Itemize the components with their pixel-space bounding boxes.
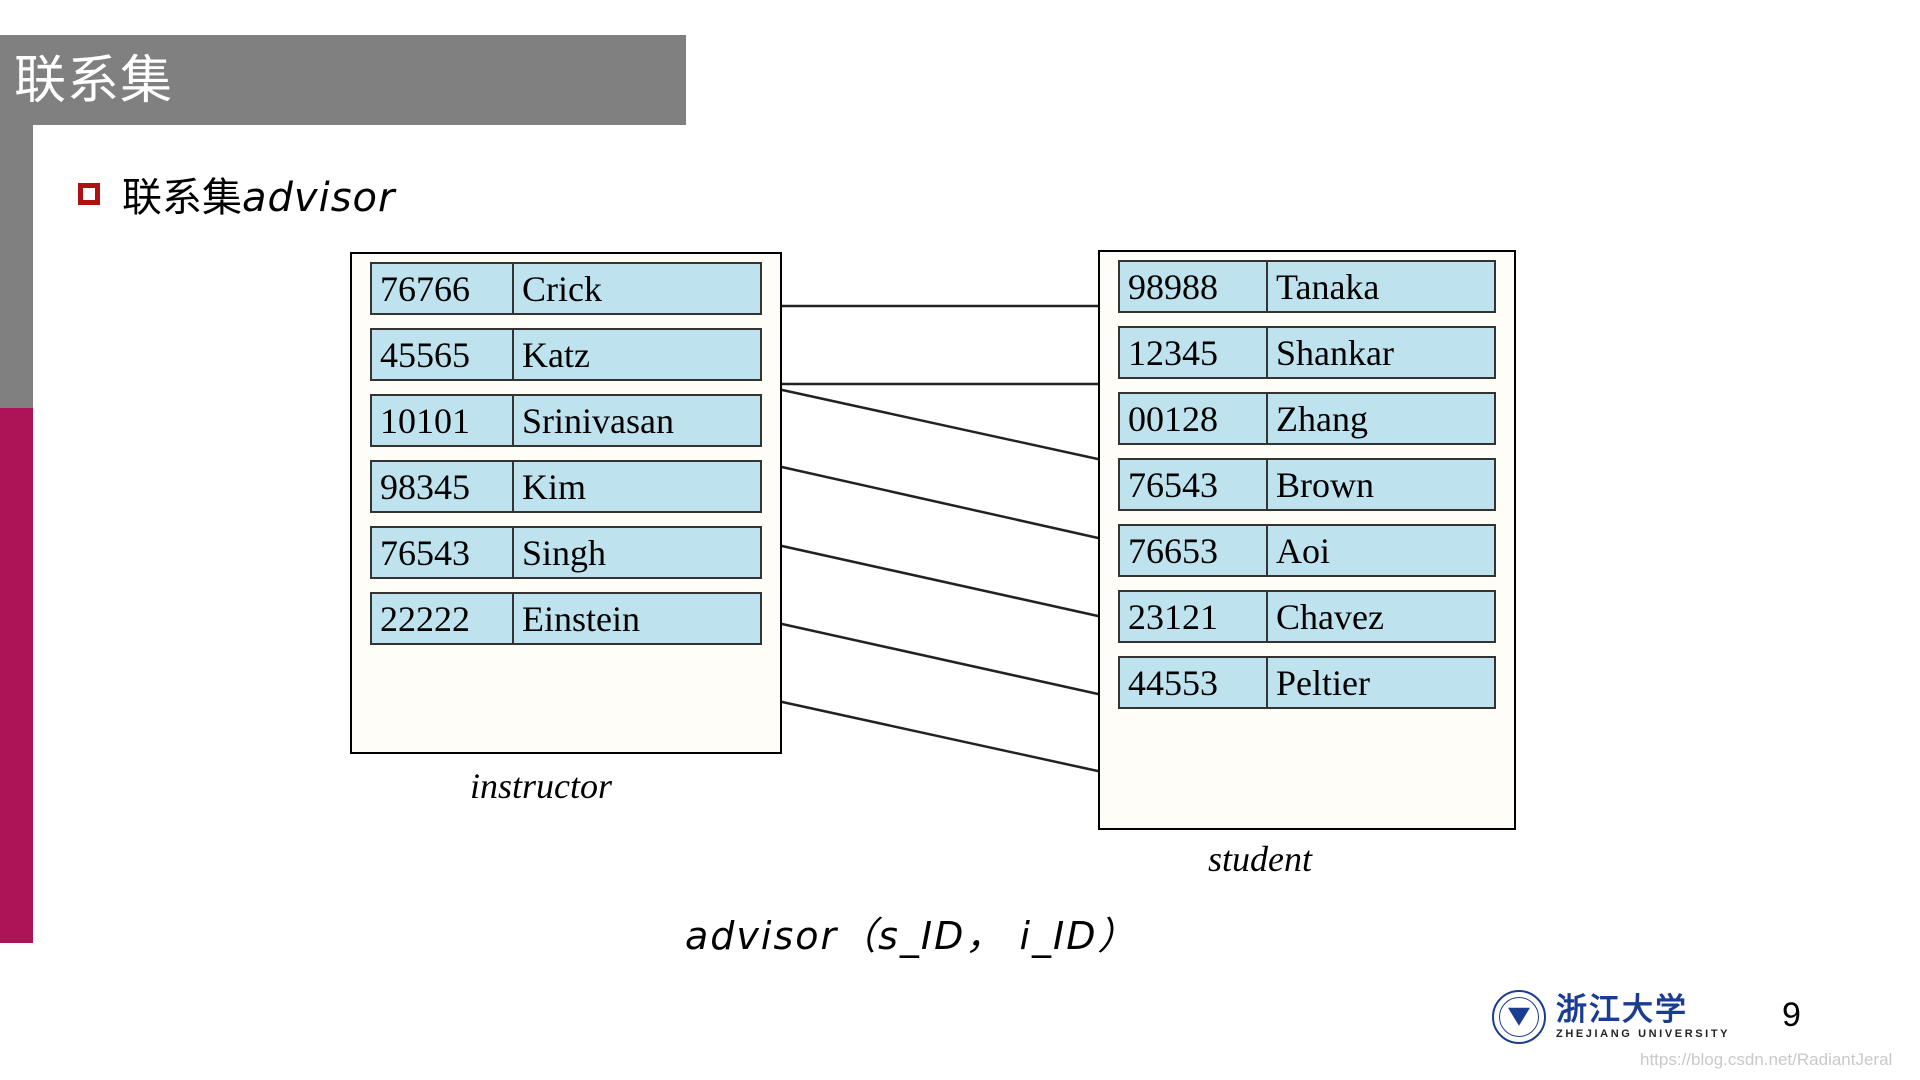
student-name-cell: Chavez: [1276, 596, 1384, 637]
instructor-id-cell: 45565: [372, 330, 514, 379]
table-row[interactable]: 10101 Srinivasan: [370, 394, 762, 447]
student-table-caption: student: [1208, 839, 1312, 879]
university-name-en: ZHEJIANG UNIVERSITY: [1556, 1028, 1731, 1040]
university-name-cn: 浙江大学: [1556, 992, 1688, 1028]
seal-bird-glyph: [1508, 1007, 1530, 1026]
table-row[interactable]: 22222 Einstein: [370, 592, 762, 645]
student-id-cell: 44553: [1120, 658, 1268, 707]
table-row[interactable]: 98988 Tanaka: [1118, 260, 1496, 313]
instructor-name-cell: Singh: [522, 532, 607, 573]
table-row[interactable]: 76543 Singh: [370, 526, 762, 579]
student-name-cell: Aoi: [1276, 530, 1330, 571]
instructor-name-cell: Srinivasan: [522, 400, 674, 441]
instructor-id-cell: 10101: [372, 396, 514, 445]
instructor-name-cell: Crick: [522, 268, 602, 309]
student-relation-table: 98988 Tanaka 12345 Shankar 00128 Zhang 7…: [1098, 250, 1516, 830]
table-row[interactable]: 76653 Aoi: [1118, 524, 1496, 577]
bullet-row: 联系集advisor: [78, 165, 395, 223]
table-row[interactable]: 45565 Katz: [370, 328, 762, 381]
page-title: 联系集: [14, 51, 174, 111]
watermark-text: https://blog.csdn.net/RadiantJeral: [1640, 1050, 1893, 1069]
student-id-cell: 76543: [1120, 460, 1268, 509]
table-row[interactable]: 76766 Crick: [370, 262, 762, 315]
zhejiang-university-seal-icon: [1492, 990, 1546, 1044]
left-edge-crimson-stripe: [0, 408, 33, 943]
table-row[interactable]: 12345 Shankar: [1118, 326, 1496, 379]
page-number: 9: [1782, 996, 1801, 1034]
instructor-id-cell: 76766: [372, 264, 514, 313]
student-name-cell: Tanaka: [1276, 266, 1380, 307]
university-logo: 浙江大学 ZHEJIANG UNIVERSITY: [1492, 990, 1730, 1044]
bullet-latin-label: advisor: [242, 175, 396, 221]
instructor-name-cell: Kim: [522, 466, 587, 507]
bullet-cn-label: 联系集: [122, 175, 242, 221]
bullet-text: 联系集advisor: [122, 165, 395, 223]
instructor-id-cell: 98345: [372, 462, 514, 511]
table-row[interactable]: 44553 Peltier: [1118, 656, 1496, 709]
table-row[interactable]: 00128 Zhang: [1118, 392, 1496, 445]
student-id-cell: 76653: [1120, 526, 1268, 575]
student-name-cell: Shankar: [1276, 332, 1394, 373]
instructor-id-cell: 22222: [372, 594, 514, 643]
student-id-cell: 98988: [1120, 262, 1268, 311]
advisor-schema-formula: advisor（s_ID， i_ID）: [685, 914, 1138, 958]
table-row[interactable]: 98345 Kim: [370, 460, 762, 513]
instructor-name-cell: Katz: [522, 334, 590, 375]
instructor-relation-table: 76766 Crick 45565 Katz 10101 Srinivasan …: [350, 252, 782, 754]
table-row[interactable]: 76543 Brown: [1118, 458, 1496, 511]
logo-wordmark: 浙江大学 ZHEJIANG UNIVERSITY: [1556, 993, 1730, 1041]
instructor-table-caption: instructor: [470, 766, 613, 806]
instructor-id-cell: 76543: [372, 528, 514, 577]
student-id-cell: 12345: [1120, 328, 1268, 377]
student-name-cell: Brown: [1276, 464, 1374, 505]
student-id-cell: 23121: [1120, 592, 1268, 641]
student-name-cell: Peltier: [1276, 662, 1370, 703]
table-row[interactable]: 23121 Chavez: [1118, 590, 1496, 643]
slide-canvas: 联系集 联系集advisor 76766 Crick 45565 Katz 10…: [0, 0, 1920, 1080]
instructor-name-cell: Einstein: [522, 598, 640, 639]
student-id-cell: 00128: [1120, 394, 1268, 443]
square-bullet-icon: [78, 183, 100, 205]
student-name-cell: Zhang: [1276, 398, 1368, 439]
